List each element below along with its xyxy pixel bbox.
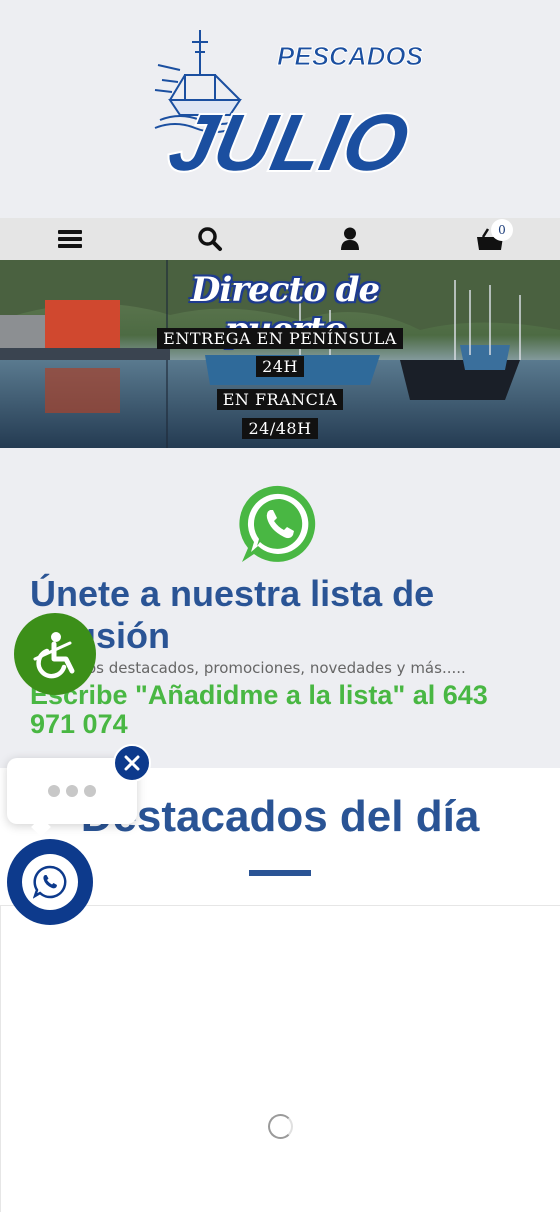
- site-logo[interactable]: PESCADOS JULIO: [140, 20, 430, 195]
- whatsapp-button-inner: [22, 854, 78, 910]
- typing-dot: [84, 785, 96, 797]
- banner-line-4: 24/48H: [0, 418, 560, 439]
- cart-button[interactable]: 0: [460, 218, 520, 260]
- typing-dot: [48, 785, 60, 797]
- whatsapp-list-section: Únete a nuestra lista de difusión Produc…: [0, 448, 560, 768]
- join-list-subtitle: Productos destacados, promociones, noved…: [30, 659, 466, 677]
- logo-text-top: PESCADOS: [277, 41, 424, 71]
- banner-line-1: ENTREGA EN PENÍNSULA: [0, 328, 560, 349]
- title-underline: [249, 870, 311, 876]
- hamburger-icon: [58, 230, 82, 248]
- menu-button[interactable]: [40, 218, 100, 260]
- banner-line-3: EN FRANCIA: [0, 389, 560, 410]
- accessibility-icon: [33, 632, 75, 679]
- whatsapp-icon[interactable]: [238, 482, 322, 566]
- user-icon: [341, 227, 359, 250]
- banner-line-2: 24H: [0, 356, 560, 377]
- search-button[interactable]: [180, 218, 240, 260]
- accessibility-button[interactable]: [14, 613, 96, 695]
- account-button[interactable]: [320, 218, 380, 260]
- join-list-title: Únete a nuestra lista de difusión: [30, 573, 435, 656]
- featured-products-area: [0, 905, 560, 1212]
- cart-count-badge: 0: [491, 219, 513, 241]
- close-icon: [124, 755, 140, 771]
- nav-bar: 0: [0, 218, 560, 260]
- promo-banner[interactable]: Directo de puerto ENTREGA EN PENÍNSULA 2…: [0, 260, 560, 448]
- join-list-cta[interactable]: Escribe "Añadidme a la lista" al 643 971…: [30, 681, 540, 739]
- whatsapp-chat-button[interactable]: [7, 839, 93, 925]
- loading-spinner-icon: [268, 1114, 293, 1139]
- whatsapp-icon: [33, 865, 67, 899]
- close-chat-button[interactable]: [113, 744, 151, 782]
- typing-dot: [66, 785, 78, 797]
- logo-text-main: JULIO: [162, 99, 416, 188]
- search-icon: [198, 227, 222, 251]
- site-header: PESCADOS JULIO: [0, 0, 560, 218]
